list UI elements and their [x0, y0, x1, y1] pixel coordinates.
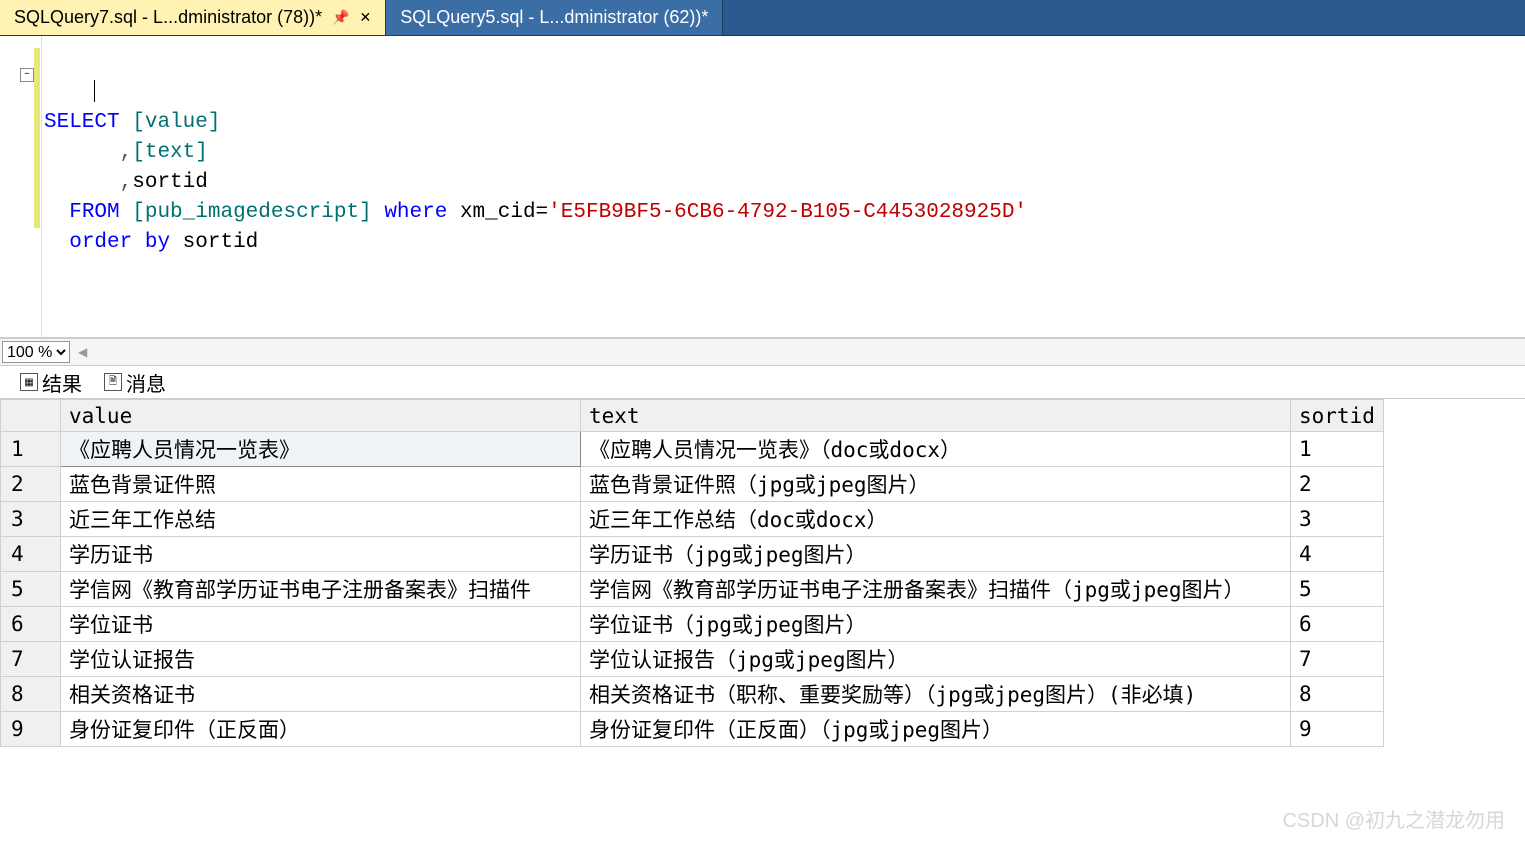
cell-sortid[interactable]: 2	[1291, 467, 1384, 502]
comma2: ,	[120, 171, 133, 194]
tab-sqlquery7[interactable]: SQLQuery7.sql - L...dministrator (78))* …	[0, 0, 386, 35]
table-row[interactable]: 4学历证书学历证书（jpg或jpeg图片）4	[1, 537, 1384, 572]
tab-label: SQLQuery5.sql - L...dministrator (62))*	[400, 7, 708, 28]
tab-label: SQLQuery7.sql - L...dministrator (78))*	[14, 7, 322, 28]
cell-sortid[interactable]: 1	[1291, 432, 1384, 467]
cell-text[interactable]: 近三年工作总结（doc或docx）	[581, 502, 1291, 537]
cell-sortid[interactable]: 7	[1291, 642, 1384, 677]
cell-sortid[interactable]: 6	[1291, 607, 1384, 642]
results-tab[interactable]: ▦ 结果	[12, 366, 90, 399]
cell-value[interactable]: 学位认证报告	[61, 642, 581, 677]
cell-value[interactable]: 身份证复印件（正反面）	[61, 712, 581, 747]
col-header-sortid[interactable]: sortid	[1291, 400, 1384, 432]
cell-text[interactable]: 学位认证报告（jpg或jpeg图片）	[581, 642, 1291, 677]
row-number[interactable]: 3	[1, 502, 61, 537]
close-icon[interactable]: ✕	[360, 9, 372, 26]
table-row[interactable]: 8相关资格证书相关资格证书（职称、重要奖励等）（jpg或jpeg图片）(非必填)…	[1, 677, 1384, 712]
kw-select: SELECT	[44, 111, 120, 134]
sql-editor[interactable]: – SELECT [value] ,[text] ,sortid FROM [p…	[0, 36, 1525, 338]
table-row[interactable]: 9身份证复印件（正反面）身份证复印件（正反面）（jpg或jpeg图片）9	[1, 712, 1384, 747]
grid-icon: ▦	[20, 373, 38, 391]
cell-sortid[interactable]: 5	[1291, 572, 1384, 607]
table-row[interactable]: 3近三年工作总结近三年工作总结（doc或docx）3	[1, 502, 1384, 537]
cell-value[interactable]: 《应聘人员情况一览表》	[61, 432, 581, 467]
zoom-select[interactable]: 100 %	[2, 341, 70, 363]
row-number[interactable]: 2	[1, 467, 61, 502]
cell-sortid[interactable]: 8	[1291, 677, 1384, 712]
cell-text[interactable]: 蓝色背景证件照（jpg或jpeg图片）	[581, 467, 1291, 502]
row-number[interactable]: 5	[1, 572, 61, 607]
tbl-name: [pub_imagedescript]	[132, 201, 371, 224]
code-area[interactable]: – SELECT [value] ,[text] ,sortid FROM [p…	[42, 36, 1525, 337]
messages-icon: 🗎	[104, 373, 122, 391]
table-row[interactable]: 6学位证书学位证书（jpg或jpeg图片）6	[1, 607, 1384, 642]
kw-by: by	[145, 231, 170, 254]
corner-cell	[1, 400, 61, 432]
cell-value[interactable]: 相关资格证书	[61, 677, 581, 712]
results-grid-wrap: value text sortid 1《应聘人员情况一览表》《应聘人员情况一览表…	[0, 398, 1525, 747]
cell-value[interactable]: 学信网《教育部学历证书电子注册备案表》扫描件	[61, 572, 581, 607]
row-number[interactable]: 4	[1, 537, 61, 572]
col-text: [text]	[132, 141, 208, 164]
cell-sortid[interactable]: 3	[1291, 502, 1384, 537]
table-row[interactable]: 2蓝色背景证件照蓝色背景证件照（jpg或jpeg图片）2	[1, 467, 1384, 502]
col-sortid: sortid	[132, 171, 208, 194]
fold-icon[interactable]: –	[20, 68, 34, 82]
zoom-bar: 100 % ◀	[0, 338, 1525, 366]
cell-value[interactable]: 近三年工作总结	[61, 502, 581, 537]
messages-label: 消息	[126, 368, 166, 397]
row-number[interactable]: 6	[1, 607, 61, 642]
kw-where: where	[384, 201, 447, 224]
col-header-value[interactable]: value	[61, 400, 581, 432]
cell-value[interactable]: 学历证书	[61, 537, 581, 572]
cell-text[interactable]: 《应聘人员情况一览表》（doc或docx）	[581, 432, 1291, 467]
table-row[interactable]: 1《应聘人员情况一览表》《应聘人员情况一览表》（doc或docx）1	[1, 432, 1384, 467]
result-tab-bar: ▦ 结果 🗎 消息	[0, 366, 1525, 398]
row-number[interactable]: 7	[1, 642, 61, 677]
header-row: value text sortid	[1, 400, 1384, 432]
cell-sortid[interactable]: 4	[1291, 537, 1384, 572]
comma: ,	[120, 141, 133, 164]
results-label: 结果	[42, 368, 82, 397]
results-grid[interactable]: value text sortid 1《应聘人员情况一览表》《应聘人员情况一览表…	[0, 399, 1384, 747]
table-row[interactable]: 5学信网《教育部学历证书电子注册备案表》扫描件学信网《教育部学历证书电子注册备案…	[1, 572, 1384, 607]
watermark: CSDN @初九之潜龙勿用	[1282, 804, 1505, 833]
col-value: [value]	[132, 111, 220, 134]
row-number[interactable]: 1	[1, 432, 61, 467]
cell-text[interactable]: 身份证复印件（正反面）（jpg或jpeg图片）	[581, 712, 1291, 747]
change-marker	[34, 48, 40, 228]
cell-text[interactable]: 学位证书（jpg或jpeg图片）	[581, 607, 1291, 642]
guid-literal: 'E5FB9BF5-6CB6-4792-B105-C4453028925D'	[548, 201, 1027, 224]
messages-tab[interactable]: 🗎 消息	[96, 366, 174, 399]
row-number[interactable]: 9	[1, 712, 61, 747]
cell-text[interactable]: 相关资格证书（职称、重要奖励等）（jpg或jpeg图片）(非必填)	[581, 677, 1291, 712]
cell-value[interactable]: 蓝色背景证件照	[61, 467, 581, 502]
col-header-text[interactable]: text	[581, 400, 1291, 432]
tab-bar: SQLQuery7.sql - L...dministrator (78))* …	[0, 0, 1525, 36]
kw-from: FROM	[69, 201, 119, 224]
cell-value[interactable]: 学位证书	[61, 607, 581, 642]
row-number[interactable]: 8	[1, 677, 61, 712]
table-row[interactable]: 7学位认证报告学位认证报告（jpg或jpeg图片）7	[1, 642, 1384, 677]
order-col: sortid	[183, 231, 259, 254]
cell-text[interactable]: 学历证书（jpg或jpeg图片）	[581, 537, 1291, 572]
cell-text[interactable]: 学信网《教育部学历证书电子注册备案表》扫描件（jpg或jpeg图片）	[581, 572, 1291, 607]
where-col: xm_cid=	[460, 201, 548, 224]
pin-icon[interactable]: 📌	[332, 9, 349, 26]
kw-order: order	[69, 231, 132, 254]
tab-sqlquery5[interactable]: SQLQuery5.sql - L...dministrator (62))*	[386, 0, 723, 35]
cell-sortid[interactable]: 9	[1291, 712, 1384, 747]
hscroll-left-icon[interactable]: ◀	[78, 345, 87, 359]
